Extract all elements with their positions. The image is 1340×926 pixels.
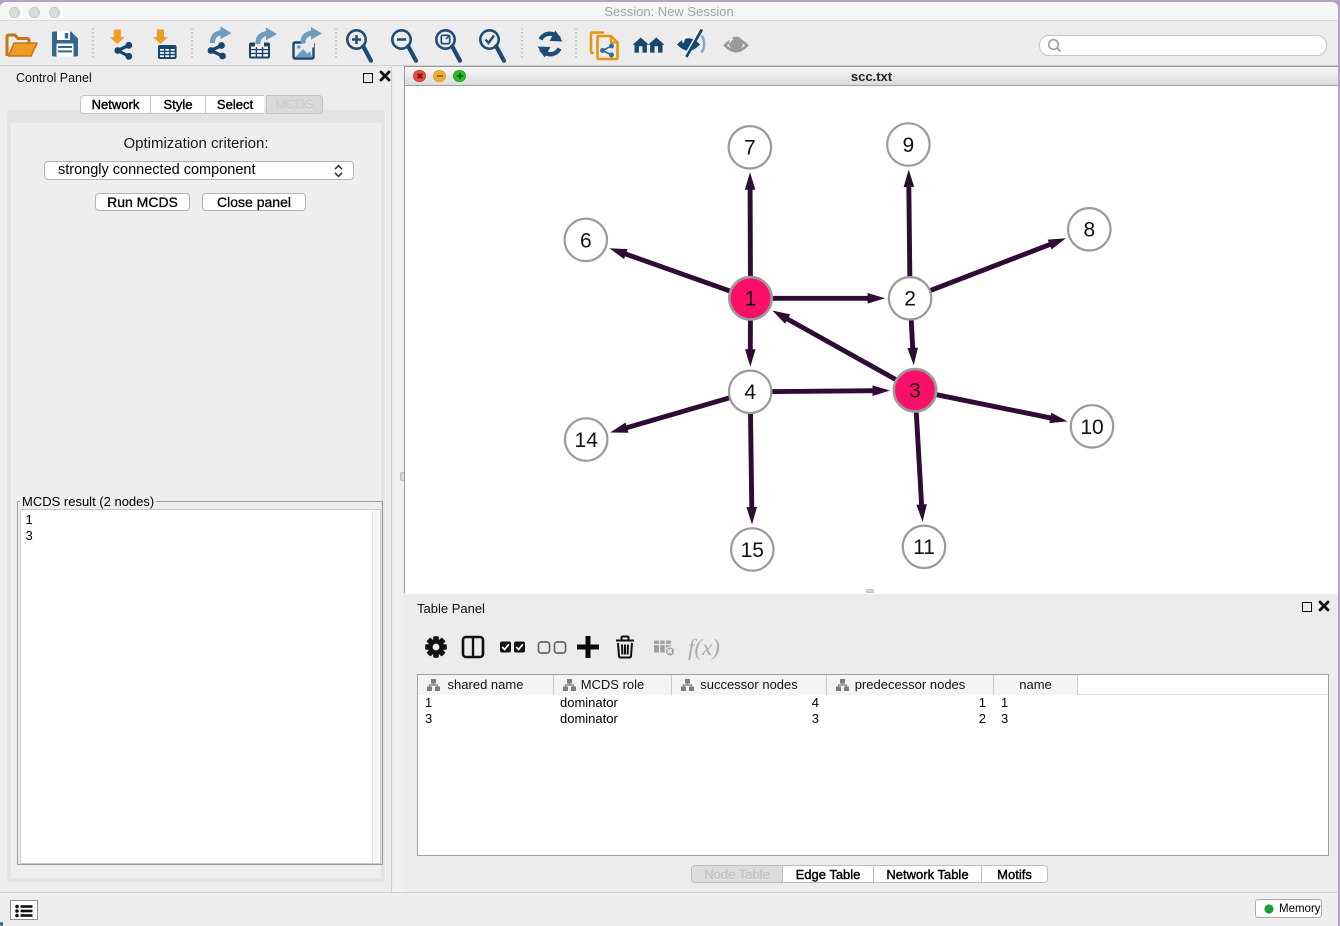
svg-text:14: 14 — [575, 428, 599, 451]
svg-text:7: 7 — [744, 136, 756, 159]
svg-text:8: 8 — [1083, 218, 1095, 241]
svg-text:9: 9 — [903, 133, 915, 156]
svg-text:4: 4 — [744, 381, 756, 404]
svg-text:3: 3 — [909, 379, 921, 402]
svg-text:2: 2 — [904, 287, 916, 310]
svg-text:10: 10 — [1080, 415, 1103, 438]
svg-text:15: 15 — [741, 538, 764, 561]
svg-text:f(x): f(x) — [688, 635, 720, 660]
svg-text:1: 1 — [745, 287, 757, 310]
svg-text:11: 11 — [913, 536, 935, 559]
svg-text:6: 6 — [580, 229, 592, 252]
